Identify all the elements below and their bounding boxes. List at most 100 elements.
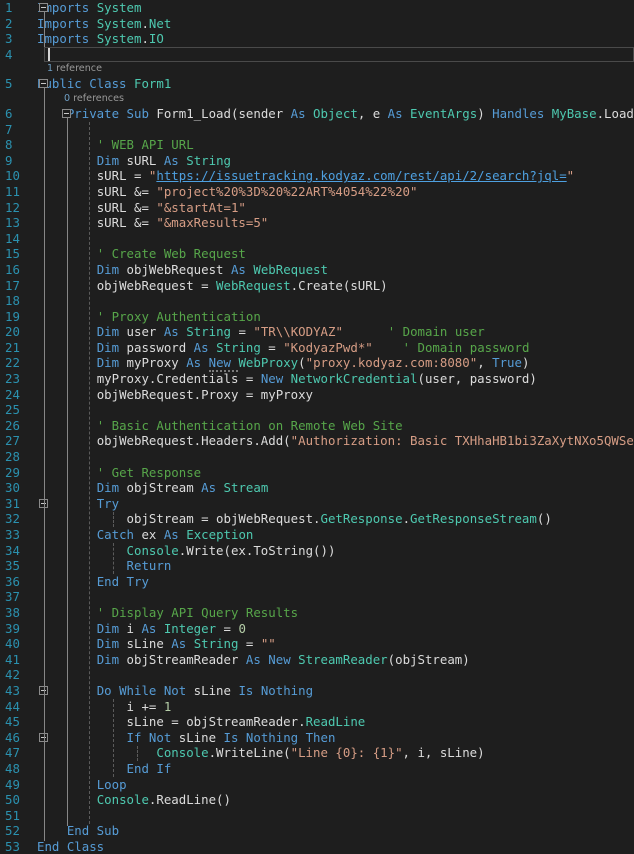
indent-guide (112, 542, 114, 574)
code-line[interactable]: 12 sURL &= "&startAt=1" (0, 200, 634, 216)
line-number: 15 (5, 246, 20, 262)
code-line[interactable]: 5 Public Class Form1 (0, 76, 634, 92)
code-line[interactable]: 38 ' Display API Query Results (0, 605, 634, 621)
code-line[interactable]: 39 Dim i As Integer = 0 (0, 621, 634, 637)
code-line[interactable]: 19 ' Proxy Authentication (0, 309, 634, 325)
indent-guide (88, 121, 90, 824)
code-line[interactable]: 6 Private Sub Form1_Load(sender As Objec… (0, 106, 634, 122)
line-number: 23 (5, 371, 20, 387)
code-line[interactable]: 50 Console.ReadLine() (0, 792, 634, 808)
code-line[interactable]: 52 End Sub (0, 823, 634, 839)
code-line[interactable]: 17 objWebRequest = WebRequest.Create(sUR… (0, 278, 634, 294)
code-text: Dim i As Integer = 0 (96, 620, 246, 636)
line-number: 28 (5, 449, 20, 465)
line-number: 48 (5, 760, 20, 776)
url-hyperlink[interactable]: https://issuetracking.kodyaz.com/rest/ap… (156, 168, 566, 183)
code-text: myProxy.Credentials = New NetworkCredent… (96, 371, 537, 387)
code-line[interactable]: 31 Try (0, 496, 634, 512)
code-text: Catch ex As Exception (96, 527, 254, 542)
line-number: 50 (5, 792, 20, 808)
code-line[interactable]: 41 Dim objStreamReader As New StreamRead… (0, 652, 634, 668)
code-line[interactable]: 1 Imports System (0, 0, 634, 16)
code-text: ' Proxy Authentication (96, 308, 261, 324)
code-line[interactable]: 42 (0, 667, 634, 683)
code-text: sURL &= "&maxResults=5" (96, 215, 269, 231)
code-line[interactable]: 7 (0, 122, 634, 138)
code-line[interactable]: 49 Loop (0, 777, 634, 793)
code-line[interactable]: 30 Dim objStream As Stream (0, 480, 634, 496)
line-number: 20 (5, 324, 20, 340)
code-text: Console.Write(ex.ToString()) (126, 542, 336, 558)
codelens-label[interactable]: 0 references (64, 92, 124, 106)
codelens-text: reference (53, 63, 102, 75)
code-line[interactable]: 18 (0, 293, 634, 309)
code-line[interactable]: 43 Do While Not sLine Is Nothing (0, 683, 634, 699)
line-number: 2 (5, 15, 13, 31)
indent-guide (112, 698, 114, 777)
code-line[interactable]: 11 sURL &= "project%20%3D%20%22ART%4054%… (0, 184, 634, 200)
code-text: Return (126, 558, 172, 574)
code-line[interactable]: 27 objWebRequest.Headers.Add("Authorizat… (0, 433, 634, 449)
line-number: 1 (5, 0, 13, 15)
code-text: ' Get Response (96, 464, 202, 480)
code-text: End If (126, 760, 172, 776)
code-text: Try (96, 495, 120, 511)
code-line[interactable]: 28 (0, 449, 634, 465)
code-line[interactable]: 22 Dim myProxy As New WebProxy("proxy.ko… (0, 355, 634, 373)
line-number: 12 (5, 199, 20, 215)
code-line[interactable]: 4 (0, 47, 634, 63)
line-number: 39 (5, 620, 20, 636)
code-line[interactable]: 51 (0, 808, 634, 824)
code-line[interactable]: 35 Return (0, 558, 634, 574)
code-line[interactable]: 26 ' Basic Authentication on Remote Web … (0, 418, 634, 434)
code-line[interactable]: 44 i += 1 (0, 699, 634, 715)
line-number: 43 (5, 682, 20, 698)
code-line[interactable]: 16 Dim objWebRequest As WebRequest (0, 262, 634, 278)
code-line[interactable]: 32 objStream = objWebRequest.GetResponse… (0, 511, 634, 527)
codelens-label[interactable]: 1 reference (47, 62, 102, 76)
line-number: 37 (5, 589, 20, 605)
code-line[interactable]: 13 sURL &= "&maxResults=5" (0, 215, 634, 231)
line-number: 27 (5, 433, 20, 449)
code-line[interactable]: 23 myProxy.Credentials = New NetworkCred… (0, 371, 634, 387)
code-line[interactable]: 29 ' Get Response (0, 465, 634, 481)
code-text: objStream = objWebRequest.GetResponse.Ge… (126, 511, 552, 527)
code-line[interactable]: 33 Catch ex As Exception (0, 527, 634, 543)
code-line[interactable]: 9 Dim sURL As String (0, 153, 634, 169)
code-line[interactable]: 10 sURL = "https://issuetracking.kodyaz.… (0, 168, 634, 184)
code-line[interactable]: 15 ' Create Web Request (0, 246, 634, 262)
codelens-6[interactable]: 0 references (0, 92, 634, 106)
code-line[interactable]: 46 If Not sLine Is Nothing Then (0, 730, 634, 746)
codelens-5[interactable]: 1 reference (0, 62, 634, 76)
line-number: 38 (5, 604, 20, 620)
code-line[interactable]: 40 Dim sLine As String = "" (0, 636, 634, 652)
code-line[interactable]: 3 Imports System.IO (0, 31, 634, 47)
code-line[interactable]: 20 Dim user As String = "TR\\KODYAZ" ' D… (0, 324, 634, 340)
code-line[interactable]: 21 Dim password As String = "KodyazPwd*"… (0, 340, 634, 356)
code-line[interactable]: 24 objWebRequest.Proxy = myProxy (0, 387, 634, 403)
code-line[interactable]: 8 ' WEB API URL (0, 137, 634, 153)
code-line[interactable]: 2 Imports System.Net (0, 16, 634, 32)
line-number: 21 (5, 339, 20, 355)
code-text: Imports System.Net (37, 15, 172, 31)
code-line[interactable]: 14 (0, 231, 634, 247)
code-line[interactable]: 45 sLine = objStreamReader.ReadLine (0, 714, 634, 730)
code-text: ' Create Web Request (96, 246, 246, 262)
code-line[interactable]: 25 (0, 402, 634, 418)
code-line[interactable]: 34 Console.Write(ex.ToString()) (0, 543, 634, 559)
code-line[interactable]: 53 End Class (0, 839, 634, 854)
line-number: 33 (5, 527, 20, 542)
code-text: End Sub (66, 823, 120, 839)
code-lines-container[interactable]: 1 Imports System 2 Imports System.Net 3 Impor… (0, 0, 634, 854)
code-line[interactable]: 47 Console.WriteLine("Line {0}: {1}", i,… (0, 745, 634, 761)
line-number: 5 (5, 76, 13, 92)
code-editor[interactable]: 1 Imports System 2 Imports System.Net 3 Impor… (0, 0, 634, 854)
line-number: 17 (5, 277, 20, 293)
code-text: ' WEB API URL (96, 137, 194, 153)
code-line[interactable]: 48 End If (0, 761, 634, 777)
line-number: 49 (5, 776, 20, 792)
code-line[interactable]: 36 End Try (0, 574, 634, 590)
scope-line (43, 11, 45, 47)
code-line[interactable]: 37 (0, 589, 634, 605)
line-number: 30 (5, 480, 20, 496)
